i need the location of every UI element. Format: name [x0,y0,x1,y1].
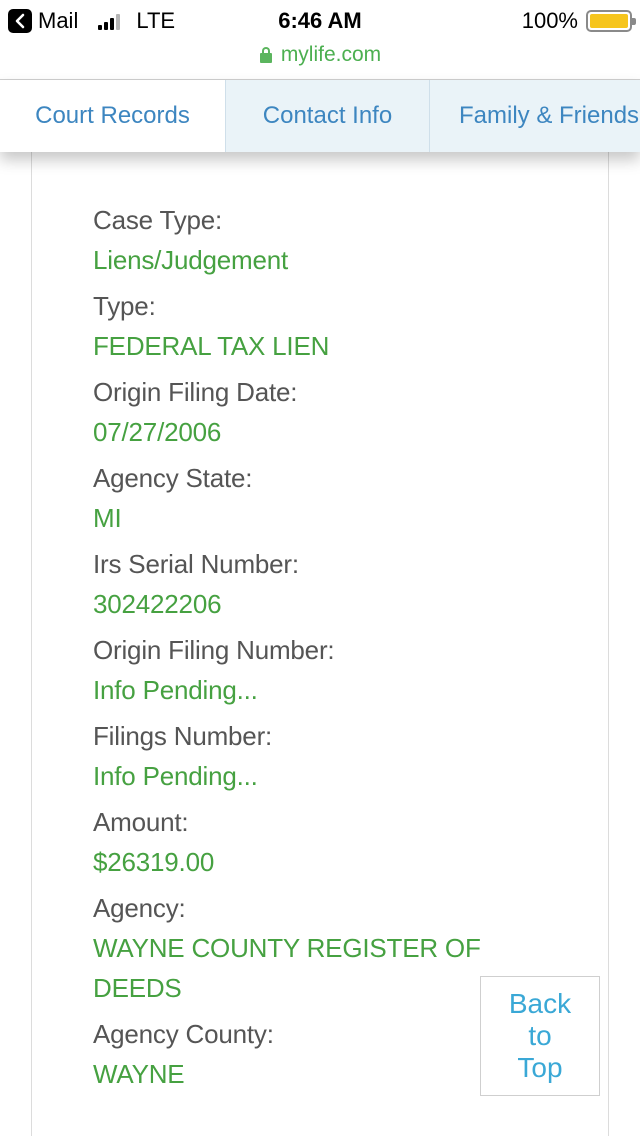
agency-state-label: Agency State: [93,463,253,493]
agency-county-value: WAYNE [93,1059,185,1089]
battery-status: 100% [521,8,636,34]
status-bar: Mail LTE 6:46 AM 100% [0,0,640,40]
back-to-top-button[interactable]: Back to Top [480,976,600,1096]
back-to-top-line-2: to [528,1020,552,1051]
origin-filing-number-label: Origin Filing Number: [93,635,335,665]
url-text: mylife.com [280,43,382,66]
origin-filing-number-value: Info Pending... [93,675,258,705]
irs-serial-number-value: 302422206 [93,589,222,619]
case-type-value: Liens/Judgement [93,245,289,275]
tab-family-friends[interactable]: Family & Friends [430,80,640,152]
filings-number-label: Filings Number: [93,721,273,751]
battery-icon [586,10,636,32]
case-type-label: Case Type: [93,205,223,235]
lock-icon [259,47,273,63]
filings-number-value: Info Pending... [93,761,258,791]
irs-serial-number-label: Irs Serial Number: [93,549,299,579]
agency-label: Agency: [93,893,186,923]
tab-court-records[interactable]: Court Records [0,80,225,152]
section-tab-bar: Court Records Contact Info Family & Frie… [0,80,640,152]
origin-filing-date-value: 07/27/2006 [93,417,222,447]
type-label: Type: [93,291,156,321]
agency-value: WAYNE COUNTY REGISTER OF DEEDS [93,933,481,1003]
tab-contact-info[interactable]: Contact Info [225,80,430,152]
amount-value: $26319.00 [93,847,215,877]
agency-county-label: Agency County: [93,1019,274,1049]
back-to-top-line-3: Top [517,1052,563,1083]
type-value: FEDERAL TAX LIEN [93,331,330,361]
amount-label: Amount: [93,807,189,837]
back-to-top-line-1: Back [508,988,572,1019]
address-bar[interactable]: mylife.com [0,40,640,70]
origin-filing-date-label: Origin Filing Date: [93,377,298,407]
agency-state-value: MI [93,503,122,533]
court-record-fields: Case Type: Liens/Judgement Type: FEDERAL… [93,200,493,1100]
battery-percent: 100% [521,8,578,33]
